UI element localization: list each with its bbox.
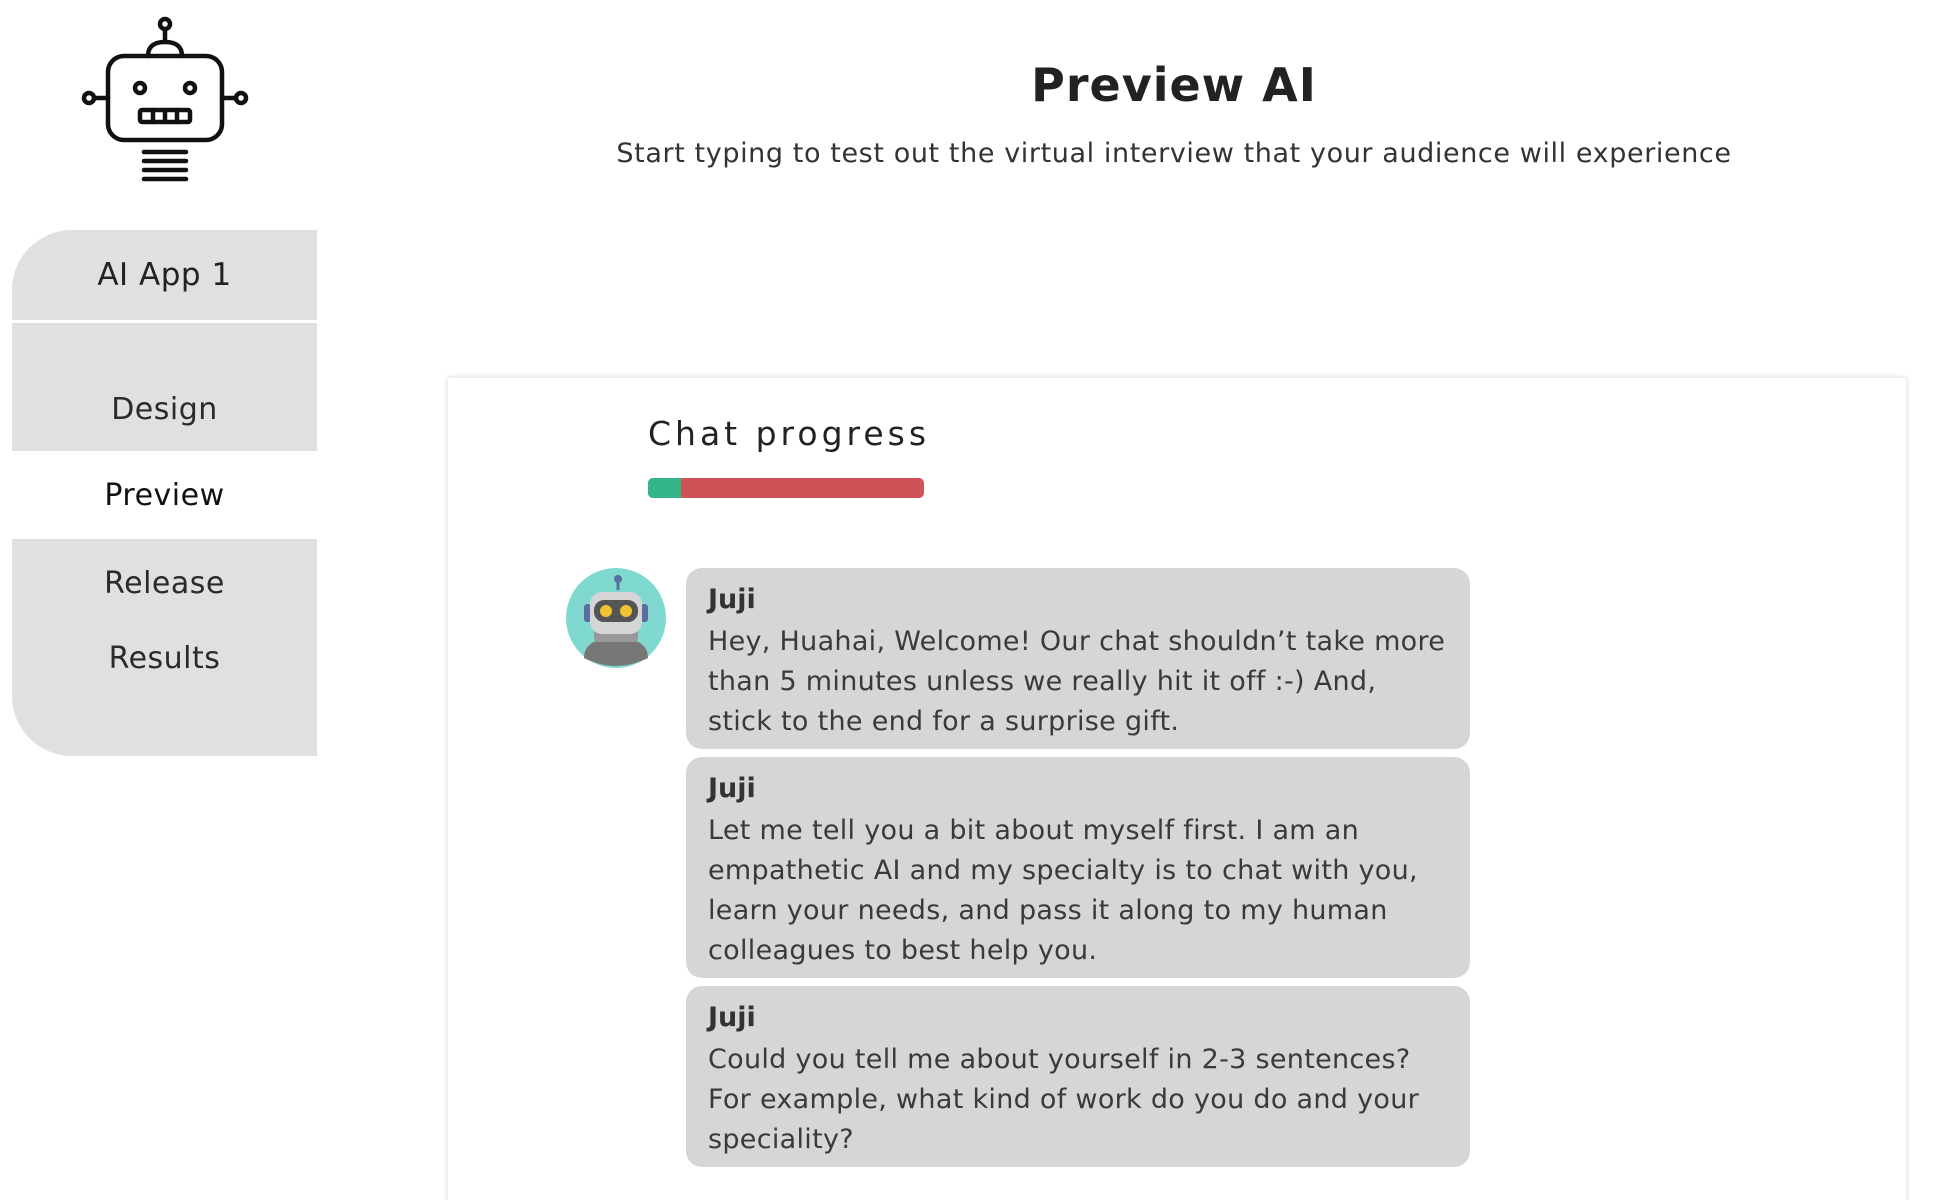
chat-progress-bar — [648, 478, 924, 498]
sidebar-item-label: Results — [108, 641, 221, 676]
message-text: Hey, Huahai, Welcome! Our chat shouldn’t… — [708, 626, 1446, 737]
page-subtitle: Start typing to test out the virtual int… — [616, 138, 1732, 169]
sidebar-item-label: Preview — [104, 477, 225, 513]
sidebar-item-preview[interactable]: Preview — [12, 451, 317, 539]
chat-panel: Chat progress Juji Hey, Huahai, Welcome!… — [448, 378, 1906, 1200]
chat-message: Juji Could you tell me about yourself in… — [686, 986, 1470, 1167]
chat-message: Juji Let me tell you a bit about myself … — [686, 757, 1470, 978]
page: AI App 1 Design Preview Release Results … — [0, 0, 1938, 1200]
message-sender: Juji — [708, 773, 756, 804]
chat-message: Juji Hey, Huahai, Welcome! Our chat shou… — [686, 568, 1470, 749]
message-sender: Juji — [708, 1002, 756, 1033]
sidebar-item-label: Release — [104, 565, 225, 601]
app-name: AI App 1 — [12, 230, 317, 320]
message-sender: Juji — [708, 584, 756, 615]
sidebar: AI App 1 Design Preview Release Results — [12, 230, 317, 756]
sidebar-item-results[interactable]: Results — [12, 627, 317, 756]
sidebar-item-release[interactable]: Release — [12, 539, 317, 627]
robot-outline-icon — [81, 16, 249, 182]
message-text: Could you tell me about yourself in 2-3 … — [708, 1044, 1420, 1155]
chat-progress-fill — [648, 478, 682, 498]
sidebar-item-label: Design — [111, 392, 218, 427]
juji-robot-avatar-icon — [566, 568, 666, 668]
sidebar-item-design[interactable]: Design — [12, 323, 317, 451]
page-header: Preview AI — [317, 58, 1938, 112]
message-text: Let me tell you a bit about myself first… — [708, 815, 1418, 966]
page-title: Preview AI — [1031, 58, 1317, 112]
chat-progress-label: Chat progress — [648, 414, 931, 453]
